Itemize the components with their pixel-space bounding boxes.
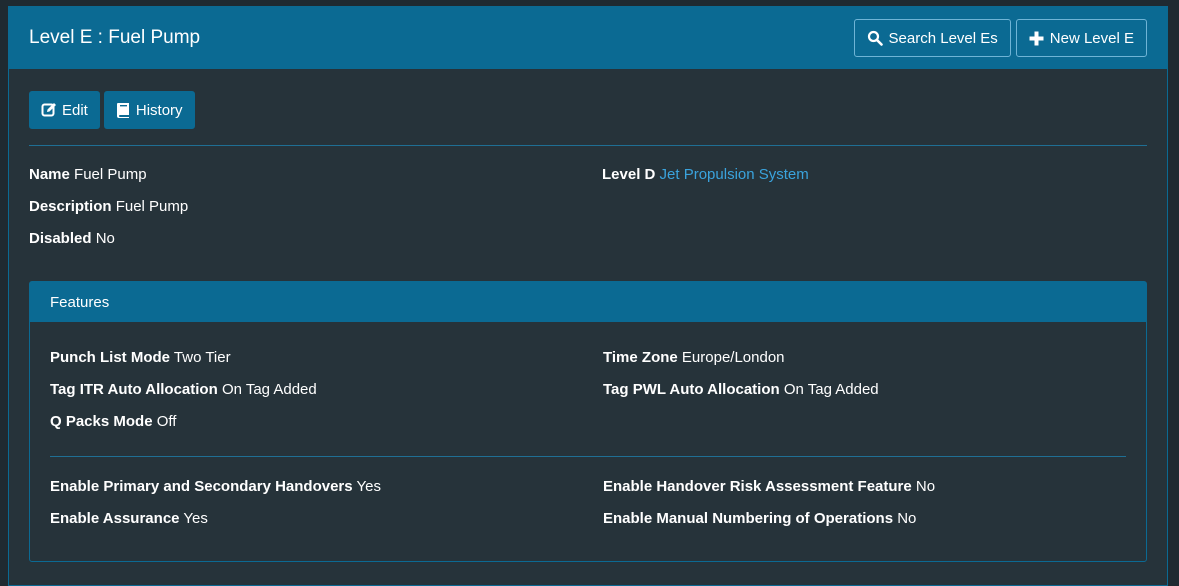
feature-assurance: Enable Assurance Yes <box>50 509 603 541</box>
feature-tag-itr: Tag ITR Auto Allocation On Tag Added <box>50 380 603 412</box>
detail-level-d: Level D Jet Propulsion System <box>602 165 1147 197</box>
feature-label: Punch List Mode <box>50 349 170 366</box>
edit-label: Edit <box>62 101 88 119</box>
detail-value: Fuel Pump <box>115 198 189 215</box>
feature-label: Tag PWL Auto Allocation <box>603 381 780 398</box>
detail-disabled: Disabled No <box>29 229 602 261</box>
feature-label: Enable Primary and Secondary Handovers <box>50 478 353 495</box>
feature-q-packs: Q Packs Mode Off <box>50 412 603 444</box>
detail-value: Fuel Pump <box>74 166 147 183</box>
feature-label: Tag ITR Auto Allocation <box>50 381 218 398</box>
feature-value: No <box>915 478 936 495</box>
level-d-link[interactable]: Jet Propulsion System <box>660 166 809 183</box>
action-row: Edit History <box>29 91 1147 129</box>
panel-heading: Level E : Fuel Pump Search Level Es New … <box>9 7 1167 69</box>
feature-value: On Tag Added <box>221 381 317 398</box>
history-button[interactable]: History <box>103 91 195 129</box>
search-level-es-label: Search Level Es <box>888 29 998 47</box>
detail-empty <box>602 229 1147 261</box>
panel-body: Edit History Name Fuel Pump Level D Jet … <box>9 69 1167 562</box>
new-level-e-button[interactable]: New Level E <box>1015 19 1147 57</box>
history-label: History <box>135 101 183 119</box>
feature-value: No <box>897 510 917 527</box>
feature-value: On Tag Added <box>783 381 879 398</box>
feature-manual-numbering: Enable Manual Numbering of Operations No <box>603 509 1126 541</box>
features-panel: Features Punch List Mode Two Tier Time Z… <box>29 281 1147 562</box>
feature-tag-pwl: Tag PWL Auto Allocation On Tag Added <box>603 380 1126 412</box>
search-level-es-button[interactable]: Search Level Es <box>853 19 1011 57</box>
feature-risk-assessment: Enable Handover Risk Assessment Feature … <box>603 477 1126 509</box>
plus-icon <box>1029 31 1044 46</box>
search-icon <box>867 30 883 46</box>
features-grid-bottom: Enable Primary and Secondary Handovers Y… <box>50 477 1126 541</box>
feature-value: Two Tier <box>173 349 231 366</box>
feature-empty <box>603 412 1126 444</box>
divider <box>29 145 1147 146</box>
features-body: Punch List Mode Two Tier Time Zone Europ… <box>30 322 1146 561</box>
feature-label: Enable Assurance <box>50 510 180 527</box>
detail-name: Name Fuel Pump <box>29 165 602 197</box>
features-grid-top: Punch List Mode Two Tier Time Zone Europ… <box>50 348 1126 444</box>
detail-label: Description <box>29 198 112 215</box>
feature-punch-list-mode: Punch List Mode Two Tier <box>50 348 603 380</box>
feature-time-zone: Time Zone Europe/London <box>603 348 1126 380</box>
detail-empty <box>602 197 1147 229</box>
detail-label: Disabled <box>29 230 92 247</box>
page-title: Level E : Fuel Pump <box>29 27 201 48</box>
level-e-panel: Level E : Fuel Pump Search Level Es New … <box>8 6 1168 586</box>
feature-value: Yes <box>356 478 382 495</box>
features-divider <box>50 456 1126 457</box>
feature-label: Time Zone <box>603 349 678 366</box>
feature-label: Enable Handover Risk Assessment Feature <box>603 478 912 495</box>
edit-button[interactable]: Edit <box>29 91 100 129</box>
feature-handovers: Enable Primary and Secondary Handovers Y… <box>50 477 603 509</box>
feature-value: Off <box>156 413 177 430</box>
detail-description: Description Fuel Pump <box>29 197 602 229</box>
edit-icon <box>41 102 57 118</box>
header-buttons: Search Level Es New Level E <box>853 19 1147 57</box>
feature-label: Q Packs Mode <box>50 413 153 430</box>
features-heading: Features <box>30 282 1146 322</box>
feature-label: Enable Manual Numbering of Operations <box>603 510 894 527</box>
new-level-e-label: New Level E <box>1049 29 1134 47</box>
details-grid: Name Fuel Pump Level D Jet Propulsion Sy… <box>29 165 1147 261</box>
feature-value: Yes <box>183 510 208 527</box>
feature-value: Europe/London <box>681 349 785 366</box>
detail-label: Name <box>29 166 70 183</box>
book-icon <box>116 102 131 118</box>
detail-label: Level D <box>602 166 656 183</box>
detail-value: No <box>95 230 115 247</box>
